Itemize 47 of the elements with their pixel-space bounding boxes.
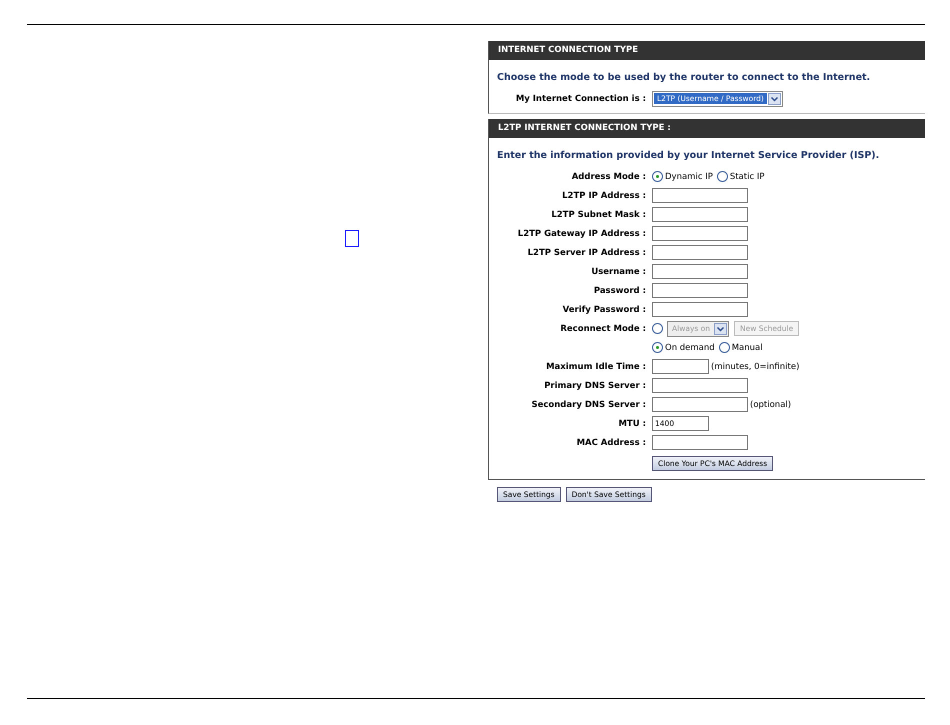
field-label: L2TP Subnet Mask : (550, 210, 647, 220)
radio-button[interactable] (652, 171, 663, 182)
field-label: MAC Address : (576, 438, 647, 448)
field-label: My Internet Connection is : (514, 94, 647, 104)
field-label: Verify Password : (562, 304, 647, 314)
field-label: L2TP IP Address : (561, 190, 647, 200)
field-label: Address Mode : (570, 172, 647, 182)
radio-option[interactable]: Manual (718, 342, 763, 353)
section-description: Enter the information provided by your Internet Service Provider (ISP). (496, 149, 880, 163)
field-label: L2TP Gateway IP Address : (516, 228, 647, 238)
radio-label: Static IP (730, 172, 764, 182)
field-hint: (optional) (750, 400, 792, 410)
radio-button[interactable] (716, 171, 728, 182)
radio-button[interactable] (652, 342, 663, 353)
radio-option[interactable]: Dynamic IP (652, 171, 713, 182)
input-field[interactable] (652, 359, 709, 374)
field-label: Password : (592, 286, 647, 296)
section-header: INTERNET CONNECTION TYPE (489, 41, 925, 60)
input-field[interactable] (652, 245, 748, 260)
radio-option[interactable]: Static IP (716, 171, 764, 182)
field-hint: (minutes, 0=infinite) (711, 362, 800, 372)
input-field[interactable] (652, 226, 748, 241)
field-label: Username : (590, 266, 647, 276)
radio-option[interactable]: On demand (652, 342, 715, 353)
radio-button[interactable] (718, 342, 730, 353)
marker-square (345, 230, 359, 247)
field-label: L2TP Server IP Address : (526, 248, 647, 258)
input-field[interactable] (652, 302, 748, 317)
field-label: Secondary DNS Server : (530, 400, 647, 410)
input-field[interactable] (652, 264, 748, 279)
radio-label: Manual (732, 342, 763, 352)
input-field[interactable] (652, 207, 748, 222)
radio-label: Dynamic IP (665, 172, 713, 182)
caret-icon (768, 92, 781, 104)
section-header: L2TP INTERNET CONNECTION TYPE : (489, 119, 925, 138)
field-label: Maximum Idle Time : (545, 362, 647, 372)
input-field[interactable] (652, 435, 748, 450)
section-description: Choose the mode to be used by the router to connect to the Internet. (496, 71, 872, 85)
input-field[interactable] (652, 283, 748, 298)
field-label: Reconnect Mode : (559, 324, 647, 334)
caret-icon (714, 322, 728, 334)
field-label: Primary DNS Server : (543, 380, 647, 390)
input-field[interactable] (652, 397, 748, 412)
radio-label: On demand (665, 342, 715, 352)
field-label: MTU : (617, 418, 647, 428)
input-field[interactable] (652, 188, 748, 203)
input-field[interactable] (652, 378, 748, 393)
